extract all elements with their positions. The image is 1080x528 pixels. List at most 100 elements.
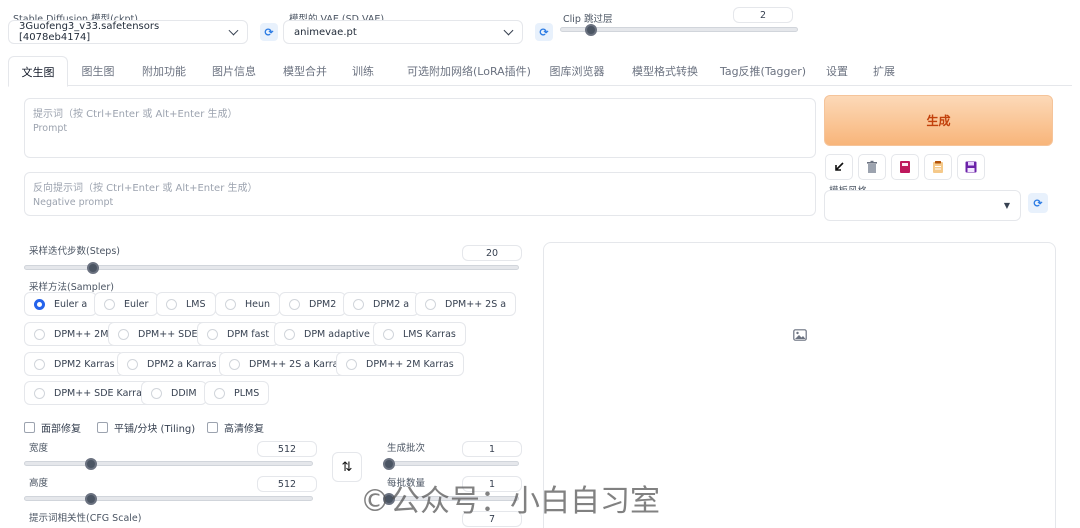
negative-prompt-placeholder: Negative prompt bbox=[33, 197, 114, 208]
save-style-button[interactable] bbox=[957, 154, 985, 180]
tab-tagger[interactable]: Tag反推(Tagger) bbox=[718, 56, 808, 86]
sampler-option-label: DPM++ SDE Karras bbox=[54, 387, 147, 399]
tiling-checkbox[interactable]: 平铺/分块 (Tiling) bbox=[97, 420, 195, 435]
paste-params-button[interactable] bbox=[825, 154, 853, 180]
steps-label: 采样迭代步数(Steps) bbox=[29, 246, 120, 257]
tab-model-converter[interactable]: 模型格式转换 bbox=[623, 56, 707, 86]
tab-png-info[interactable]: 图片信息 bbox=[204, 56, 264, 86]
sampler-option-label: Euler a bbox=[54, 298, 88, 310]
radio-dot bbox=[229, 358, 240, 370]
face-restore-checkbox[interactable]: 面部修复 bbox=[24, 420, 81, 435]
tab-image-browser[interactable]: 图库浏览器 bbox=[542, 56, 612, 86]
chevron-down-icon bbox=[503, 25, 514, 35]
checkpoint-value: 3Guofeng3_v33.safetensors [4078eb4174] bbox=[19, 21, 160, 43]
sampler-label: 采样方法(Sampler) bbox=[29, 282, 114, 293]
sampler-option[interactable]: DPM++ 2M Karras bbox=[336, 352, 464, 376]
tab-additional-networks[interactable]: 可选附加网络(LoRA插件) bbox=[396, 56, 542, 86]
radio-dot bbox=[34, 298, 45, 310]
checkpoint-select[interactable]: 3Guofeng3_v33.safetensors [4078eb4174] bbox=[8, 20, 248, 44]
dropdown-triangle-icon: ▼ bbox=[1003, 201, 1010, 210]
style-select[interactable]: ▼ bbox=[824, 190, 1021, 221]
sampler-option[interactable]: DPM++ 2S a Karras bbox=[219, 352, 354, 376]
sampler-option[interactable]: DPM++ 2S a bbox=[415, 292, 517, 316]
generate-button[interactable]: 生成 bbox=[824, 95, 1053, 146]
batch-count-slider-thumb[interactable] bbox=[383, 458, 395, 470]
radio-dot bbox=[289, 298, 300, 310]
tab-extras[interactable]: 附加功能 bbox=[134, 56, 194, 86]
radio-dot bbox=[104, 298, 115, 310]
tab-img2img[interactable]: 图生图 bbox=[74, 56, 122, 86]
clip-skip-input[interactable]: 2 bbox=[733, 7, 793, 23]
sampler-option[interactable]: DPM2 a Karras bbox=[117, 352, 227, 376]
batch-count-input[interactable]: 1 bbox=[462, 441, 522, 457]
negative-prompt-textarea[interactable]: 反向提示词（按 Ctrl+Enter 或 Alt+Enter 生成） Negat… bbox=[24, 172, 816, 216]
clear-prompt-button[interactable] bbox=[858, 154, 886, 180]
sampler-option-label: LMS Karras bbox=[403, 328, 456, 340]
steps-slider-thumb[interactable] bbox=[86, 262, 99, 274]
sampler-option[interactable]: Euler a bbox=[24, 292, 98, 316]
arrow-down-left-icon bbox=[835, 162, 844, 171]
sampler-option[interactable]: DPM2 a bbox=[343, 292, 420, 316]
refresh-style-icon[interactable]: ⟳ bbox=[1028, 193, 1048, 213]
sampler-option[interactable]: DPM2 Karras bbox=[24, 352, 125, 376]
tab-txt2img[interactable]: 文生图 bbox=[8, 56, 68, 87]
vae-select[interactable]: animevae.pt bbox=[283, 20, 523, 44]
watermark-text: ©公众号：小白自习室 bbox=[360, 484, 660, 519]
tab-extensions[interactable]: 扩展 bbox=[866, 56, 902, 86]
radio-dot bbox=[383, 328, 394, 340]
swap-dimensions-button[interactable]: ⇅ bbox=[332, 452, 362, 482]
sampler-option[interactable]: LMS Karras bbox=[373, 322, 466, 346]
prompt-placeholder: Prompt bbox=[33, 123, 68, 134]
sampler-option[interactable]: Heun bbox=[215, 292, 281, 316]
sampler-option-label: DPM++ 2S a bbox=[445, 298, 507, 310]
sampler-option[interactable]: DPM fast bbox=[197, 322, 280, 346]
height-slider[interactable] bbox=[24, 496, 313, 501]
tab-train[interactable]: 训练 bbox=[345, 56, 381, 86]
checkbox-box bbox=[207, 422, 218, 433]
sampler-option[interactable]: DPM++ SDE bbox=[108, 322, 208, 346]
red-book-icon bbox=[900, 161, 910, 173]
sampler-option[interactable]: DPM adaptive bbox=[274, 322, 380, 346]
negative-prompt-label: 反向提示词（按 Ctrl+Enter 或 Alt+Enter 生成） bbox=[33, 183, 258, 194]
prompt-textarea[interactable]: 提示词（按 Ctrl+Enter 或 Alt+Enter 生成） Prompt bbox=[24, 98, 816, 158]
batch-count-label: 生成批次 bbox=[387, 443, 426, 454]
tab-checkpoint-merger[interactable]: 模型合并 bbox=[275, 56, 335, 86]
hires-fix-checkbox[interactable]: 高清修复 bbox=[207, 420, 264, 435]
width-slider-thumb[interactable] bbox=[84, 458, 97, 470]
radio-dot bbox=[34, 387, 45, 399]
clip-skip-slider-thumb[interactable] bbox=[584, 24, 597, 36]
sampler-option[interactable]: DPM++ 2M bbox=[24, 322, 119, 346]
sampler-option-label: DDIM bbox=[171, 387, 197, 399]
sampler-option-label: Heun bbox=[245, 298, 271, 310]
tab-bar: 文生图 图生图 附加功能 图片信息 模型合并 训练 可选附加网络(LoRA插件)… bbox=[8, 56, 1072, 87]
sampler-option[interactable]: PLMS bbox=[204, 381, 270, 405]
sampler-option-label: DPM++ 2S a Karras bbox=[249, 358, 344, 370]
sampler-option-label: DPM++ SDE bbox=[138, 328, 198, 340]
sampler-option-label: LMS bbox=[186, 298, 206, 310]
sampler-option[interactable]: Euler bbox=[94, 292, 159, 316]
copy-style-button[interactable] bbox=[924, 154, 952, 180]
clip-skip-label: Clip 跳过层 bbox=[563, 14, 613, 25]
sampler-option[interactable]: LMS bbox=[156, 292, 216, 316]
sampler-option[interactable]: DPM2 bbox=[279, 292, 347, 316]
sampler-option-label: DPM2 bbox=[309, 298, 337, 310]
sampler-option[interactable]: DPM++ SDE Karras bbox=[24, 381, 157, 405]
radio-dot bbox=[34, 358, 45, 370]
tab-settings[interactable]: 设置 bbox=[819, 56, 855, 86]
height-input[interactable]: 512 bbox=[257, 476, 317, 492]
swap-arrows-icon: ⇅ bbox=[341, 459, 353, 475]
sampler-option[interactable]: DDIM bbox=[141, 381, 207, 405]
refresh-checkpoint-icon[interactable]: ⟳ bbox=[260, 23, 278, 41]
sampler-option-label: DPM2 a bbox=[373, 298, 410, 310]
width-slider[interactable] bbox=[24, 461, 313, 466]
width-label: 宽度 bbox=[29, 443, 49, 454]
radio-dot bbox=[34, 328, 45, 340]
batch-count-slider[interactable] bbox=[383, 461, 519, 466]
width-input[interactable]: 512 bbox=[257, 441, 317, 457]
height-label: 高度 bbox=[29, 478, 49, 489]
radio-dot bbox=[353, 298, 364, 310]
refresh-vae-icon[interactable]: ⟳ bbox=[535, 23, 553, 41]
height-slider-thumb[interactable] bbox=[84, 493, 97, 505]
steps-input[interactable]: 20 bbox=[462, 245, 522, 261]
apply-style-button[interactable] bbox=[891, 154, 919, 180]
